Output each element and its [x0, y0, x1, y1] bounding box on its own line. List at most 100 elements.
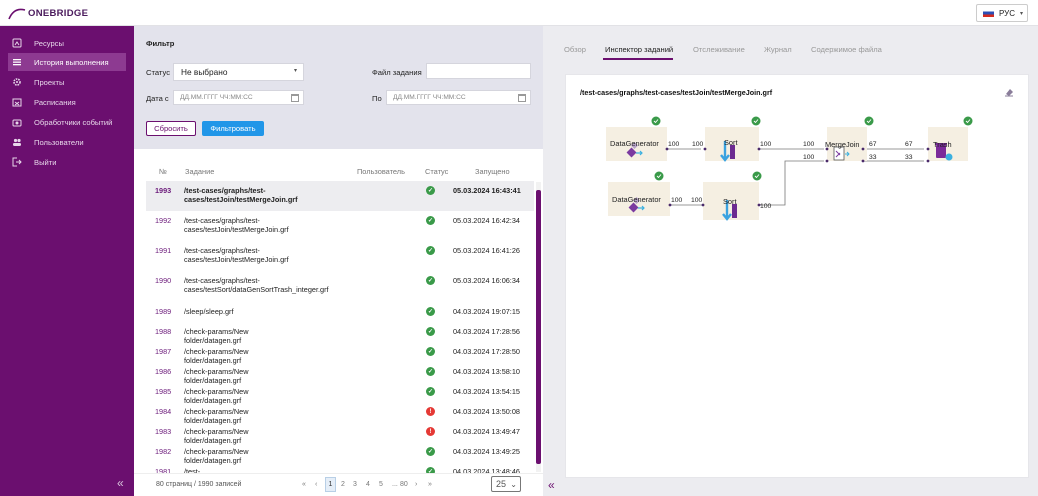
table-row[interactable]: 1982/check-params/New folder/datagen.grf…: [146, 441, 534, 465]
edge-out-count: 67: [869, 141, 877, 148]
job-file-input[interactable]: [426, 63, 531, 79]
active-tab-indicator: [603, 58, 673, 60]
error-status-icon: !: [426, 427, 435, 436]
first-page-button[interactable]: «: [302, 481, 306, 488]
edge-in-count: 67: [905, 141, 913, 148]
row-number: 1983: [155, 427, 172, 436]
column-header-job[interactable]: Задание: [185, 167, 214, 176]
tab-file-content[interactable]: Содержимое файла: [811, 45, 882, 54]
eraser-icon[interactable]: [1004, 87, 1014, 97]
sidebar-item-label: Расписания: [34, 97, 76, 107]
table-row[interactable]: 1983/check-params/New folder/datagen.grf…: [146, 421, 534, 445]
page-button[interactable]: 2: [341, 481, 345, 488]
sidebar-item-schedules[interactable]: Расписания: [8, 93, 126, 111]
success-status-icon: ✓: [426, 246, 435, 255]
node-label: DataGenerator: [612, 195, 661, 204]
date-to-input[interactable]: ДД.ММ.ГГГГ ЧЧ:ММ:СС: [386, 90, 531, 105]
tab-log[interactable]: Журнал: [764, 45, 792, 54]
details-collapse-button[interactable]: «: [548, 478, 555, 492]
date-from-label: Дата с: [146, 94, 169, 103]
sidebar-item-logout[interactable]: Выйти: [8, 153, 126, 171]
node-label: DataGenerator: [610, 139, 659, 148]
job-file-label: Файл задания: [372, 68, 422, 77]
edge-in-count: 100: [692, 141, 704, 148]
chevron-down-icon: ▾: [293, 68, 297, 74]
execution-list: № Задание Пользователь Статус Запущено 1…: [134, 149, 543, 496]
table-row[interactable]: 1984/check-params/New folder/datagen.grf…: [146, 401, 534, 425]
row-started-time: 05.03.2024 16:42:34: [453, 216, 520, 225]
table-row[interactable]: 1989/sleep/sleep.grf ✓ 04.03.2024 19:07:15: [146, 301, 534, 321]
brand-logo[interactable]: ONEBRIDGE: [8, 6, 88, 20]
edge-out-count: 100: [760, 203, 772, 210]
row-job-path: /test-cases/graphs/test-cases/testJoin/t…: [184, 246, 289, 264]
apply-filter-button[interactable]: Фильтровать: [202, 121, 264, 136]
sidebar-item-event-handlers[interactable]: Обработчики событий: [8, 113, 126, 131]
edge-in-count: 100: [803, 154, 815, 161]
row-job-path: /test-cases/graphs/test-cases/testSort/d…: [184, 276, 329, 294]
page-button[interactable]: 4: [366, 481, 370, 488]
tab-tracking[interactable]: Отслеживание: [693, 45, 745, 54]
sidebar-item-users[interactable]: Пользователи: [8, 133, 126, 151]
row-number: 1986: [155, 367, 172, 376]
node-label: Sort: [723, 197, 737, 206]
sidebar-item-label: Пользователи: [34, 137, 84, 147]
pagination-summary: 80 страниц / 1990 записей: [156, 481, 242, 488]
table-row[interactable]: 1992/test-cases/graphs/test-cases/testJo…: [146, 211, 534, 241]
status-select[interactable]: Не выбрано ▾: [173, 63, 304, 81]
page-button-current[interactable]: 1: [325, 477, 336, 492]
table-row[interactable]: 1987/check-params/New folder/datagen.grf…: [146, 341, 534, 365]
last-page-button[interactable]: »: [428, 481, 432, 488]
list-scrollbar[interactable]: [536, 182, 541, 472]
row-started-time: 05.03.2024 16:41:26: [453, 246, 520, 255]
edge-out-count: 33: [869, 154, 877, 161]
chevron-down-icon: ▾: [1020, 10, 1024, 17]
prev-page-button[interactable]: ‹: [315, 481, 317, 488]
success-status-icon: ✓: [426, 216, 435, 225]
tab-job-inspector[interactable]: Инспектор заданий: [605, 45, 673, 54]
page-button[interactable]: 5: [379, 481, 383, 488]
success-status-icon: ✓: [426, 186, 435, 195]
pagination: 80 страниц / 1990 записей « ‹ 1 2 3 4 5 …: [134, 473, 543, 496]
gear-icon: [13, 78, 21, 86]
column-header-started[interactable]: Запущено: [475, 167, 510, 176]
scrollbar-thumb[interactable]: [536, 190, 541, 464]
filter-title: Фильтр: [146, 39, 175, 48]
graph-diagram: DataGenerator Sort MergeJoin Trash DataG…: [606, 116, 973, 221]
calendar-icon[interactable]: [518, 94, 526, 102]
column-header-num[interactable]: №: [159, 167, 167, 176]
calendar-icon[interactable]: [291, 94, 299, 102]
date-from-input[interactable]: ДД.ММ.ГГГГ ЧЧ:ММ:СС: [173, 90, 304, 105]
pagination-ellipsis: ...: [392, 481, 398, 488]
success-status-icon: ✓: [426, 387, 435, 396]
row-number: 1988: [155, 327, 172, 336]
sidebar-item-projects[interactable]: Проекты: [8, 73, 126, 91]
row-number: 1982: [155, 447, 172, 456]
sidebar-item-resources[interactable]: Ресурсы: [8, 34, 126, 52]
edge-in-count: 100: [691, 197, 703, 204]
per-page-select[interactable]: 25 ⌄: [491, 476, 521, 492]
table-row[interactable]: 1986/check-params/New folder/datagen.grf…: [146, 361, 534, 385]
tab-overview[interactable]: Обзор: [564, 45, 586, 54]
table-row[interactable]: 1991/test-cases/graphs/test-cases/testJo…: [146, 241, 534, 271]
graph-path: /test-cases/graphs/test-cases/testJoin/t…: [580, 88, 773, 97]
next-page-button[interactable]: ›: [415, 481, 417, 488]
sidebar-item-label: Проекты: [34, 77, 65, 87]
sidebar-collapse-button[interactable]: «: [117, 476, 124, 490]
edge-out-count: 100: [668, 141, 680, 148]
reset-button[interactable]: Сбросить: [146, 121, 196, 136]
sidebar-item-history[interactable]: История выполнения: [8, 53, 126, 71]
row-number: 1989: [155, 307, 172, 316]
table-row[interactable]: 1993/test-cases/graphs/test-cases/testJo…: [146, 181, 534, 211]
row-number: 1991: [155, 246, 172, 255]
edge-out-count: 100: [671, 197, 683, 204]
page-button-last[interactable]: 80: [400, 481, 408, 488]
column-header-status[interactable]: Статус: [425, 167, 448, 176]
language-label: РУС: [999, 8, 1016, 18]
table-row[interactable]: 1990/test-cases/graphs/test-cases/testSo…: [146, 271, 534, 301]
table-row[interactable]: 1985/check-params/New folder/datagen.grf…: [146, 381, 534, 405]
status-label: Статус: [146, 68, 171, 77]
page-button[interactable]: 3: [353, 481, 357, 488]
language-selector[interactable]: РУС ▾: [976, 4, 1028, 22]
column-header-user[interactable]: Пользователь: [357, 167, 405, 176]
table-row[interactable]: 1988/check-params/New folder/datagen.grf…: [146, 321, 534, 345]
